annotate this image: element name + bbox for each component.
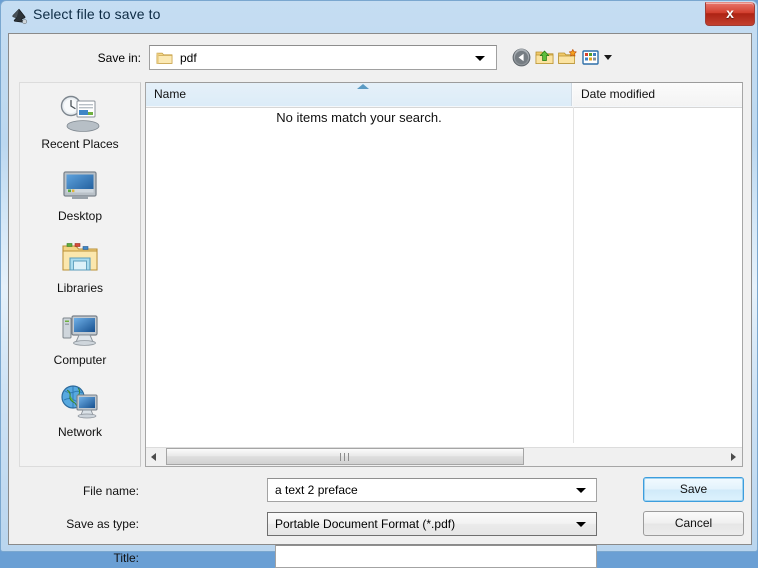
title-label: Title: [113, 551, 139, 565]
recent-places-icon [57, 93, 103, 135]
inkscape-diamond-icon [10, 7, 28, 25]
file-name-combobox[interactable]: a text 2 preface [267, 478, 597, 502]
views-button[interactable] [580, 47, 601, 68]
chevron-down-icon[interactable] [576, 488, 586, 493]
grip-icon [340, 453, 350, 461]
sidebar-item-computer[interactable]: Computer [20, 303, 140, 375]
up-folder-button[interactable] [534, 47, 555, 68]
sort-ascending-icon [357, 84, 369, 89]
sidebar-item-label: Network [57, 425, 102, 439]
folder-icon [156, 50, 173, 65]
save-in-row: Save in: pdf [9, 45, 751, 75]
file-list-header: Name Date modified [146, 83, 742, 108]
save-as-type-label: Save as type: [66, 517, 139, 531]
column-header-date-modified[interactable]: Date modified [573, 83, 742, 106]
desktop-monitor-icon [57, 165, 103, 207]
save-dialog-window: Select file to save to x Save in: pdf Re… [0, 0, 758, 568]
file-list[interactable]: Name Date modified No items match your s… [145, 82, 743, 467]
sidebar-item-network[interactable]: Network [20, 375, 140, 447]
libraries-folder-icon [57, 237, 103, 279]
close-button[interactable]: x [705, 2, 755, 26]
network-globe-icon [57, 381, 103, 423]
save-in-combobox[interactable]: pdf [149, 45, 497, 70]
save-as-type-value: Portable Document Format (*.pdf) [275, 517, 456, 531]
scrollbar-thumb[interactable] [166, 448, 524, 465]
sidebar-item-label: Desktop [57, 209, 103, 223]
title-bar[interactable]: Select file to save to x [1, 1, 758, 31]
places-sidebar: Recent Places Desktop Libraries Computer… [19, 82, 141, 467]
sidebar-item-libraries[interactable]: Libraries [20, 231, 140, 303]
sidebar-item-label: Recent Places [41, 137, 119, 151]
computer-icon [57, 309, 103, 351]
horizontal-scrollbar[interactable] [146, 447, 742, 466]
scroll-left-arrow-icon[interactable] [146, 448, 163, 465]
close-icon: x [726, 5, 734, 21]
chevron-down-icon [475, 56, 485, 61]
save-as-type-dropdown[interactable]: Portable Document Format (*.pdf) [267, 512, 597, 536]
chevron-down-icon[interactable] [576, 522, 586, 527]
save-button[interactable]: Save [643, 477, 744, 502]
dialog-client-area: Save in: pdf Recent Places Desktop Libra… [8, 33, 752, 568]
title-input[interactable] [275, 545, 597, 568]
sidebar-item-recent-places[interactable]: Recent Places [20, 87, 140, 159]
window-title: Select file to save to [33, 6, 161, 22]
column-divider [573, 107, 574, 443]
cancel-button[interactable]: Cancel [643, 511, 744, 536]
new-folder-button[interactable] [557, 47, 578, 68]
scroll-right-arrow-icon[interactable] [725, 448, 742, 465]
back-button[interactable] [511, 47, 532, 68]
sidebar-item-label: Computer [53, 353, 107, 367]
sidebar-item-desktop[interactable]: Desktop [20, 159, 140, 231]
sidebar-item-label: Libraries [56, 281, 104, 295]
file-name-label: File name: [82, 484, 139, 498]
views-chevron-down-icon[interactable] [604, 55, 612, 60]
save-in-label: Save in: [97, 51, 141, 65]
empty-list-message: No items match your search. [276, 110, 442, 125]
save-in-value: pdf [180, 51, 197, 65]
file-name-input[interactable]: a text 2 preface [275, 483, 358, 497]
